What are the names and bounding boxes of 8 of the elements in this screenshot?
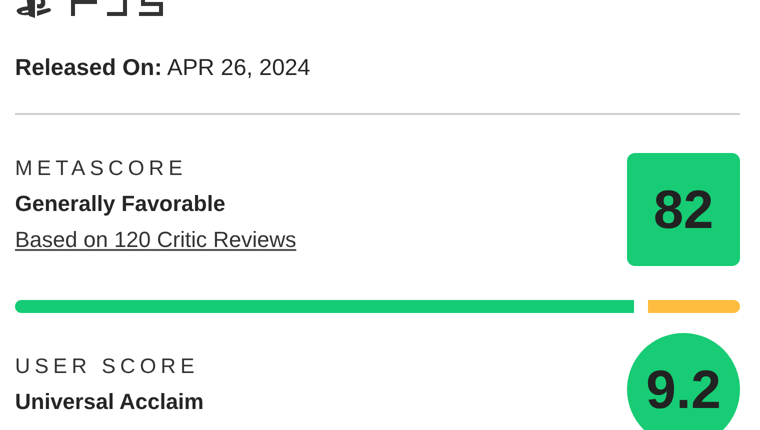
release-date: Released On: APR 26, 2024 [15,54,740,115]
reviews-link[interactable]: Based on 120 Critic Reviews [15,227,296,253]
score-verdict: Universal Acclaim [15,389,204,415]
section-heading: METASCORE [15,157,188,181]
score-verdict: Generally Favorable [15,191,226,217]
score-badge: 82 [627,153,740,266]
section-heading: USER SCORE [15,355,200,379]
score-badge: 9.2 [627,333,740,430]
